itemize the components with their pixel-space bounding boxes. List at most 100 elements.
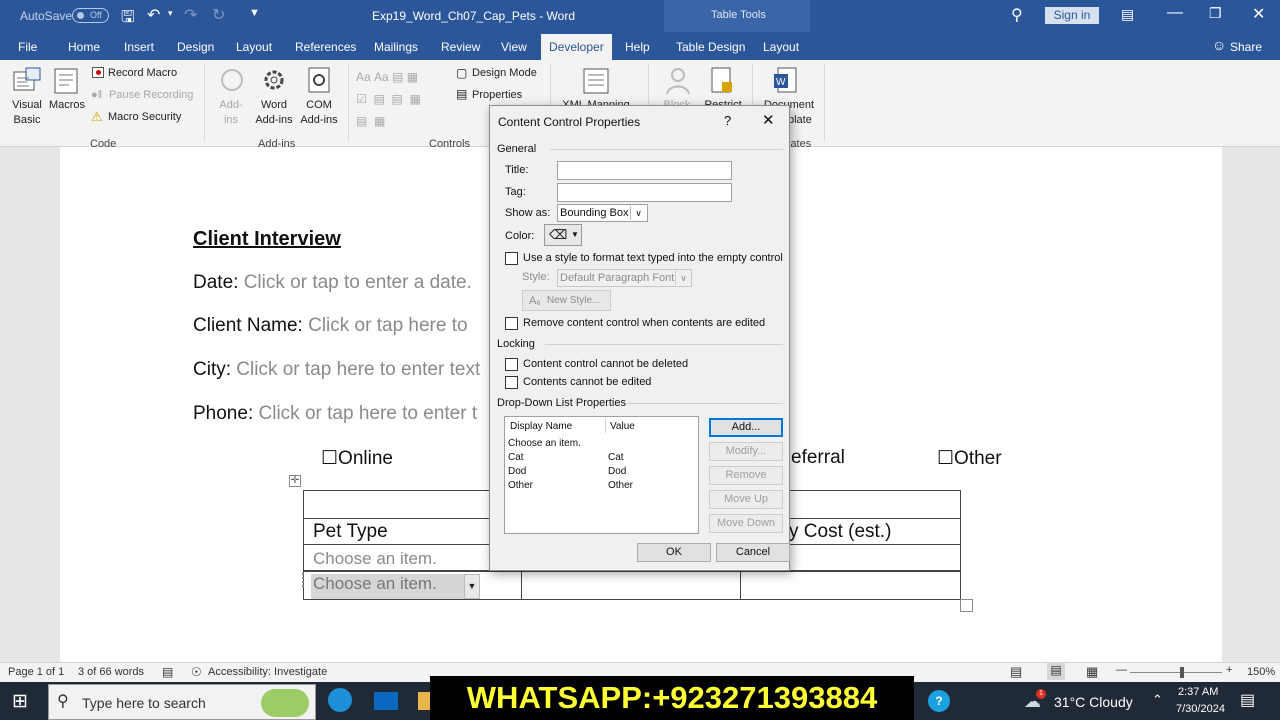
tag-field[interactable] xyxy=(557,183,732,202)
undo-icon[interactable]: ↶ xyxy=(147,5,160,25)
zoom-in-button[interactable]: + xyxy=(1226,664,1232,676)
tab-home[interactable]: Home xyxy=(68,40,100,54)
close-icon[interactable]: ✕ xyxy=(1252,4,1265,24)
online-option[interactable]: ☐Online xyxy=(321,447,393,470)
tab-references[interactable]: References xyxy=(295,40,356,54)
customize-qat-icon[interactable]: ▼ xyxy=(249,7,260,19)
help-app-icon[interactable]: ? xyxy=(928,690,950,712)
dropdown-arrow-icon[interactable]: ▼ xyxy=(464,574,480,599)
read-mode-icon[interactable]: ▤ xyxy=(1010,664,1022,680)
other-option[interactable]: ☐Other xyxy=(937,447,1002,470)
cannot-delete-checkbox[interactable] xyxy=(505,358,518,371)
word-addins-button[interactable]: Word Add-ins xyxy=(252,98,296,128)
date-placeholder[interactable]: Click or tap to enter a date. xyxy=(244,272,472,293)
tab-mailings[interactable]: Mailings xyxy=(374,40,418,54)
autosave-toggle[interactable]: Off xyxy=(72,8,109,23)
start-windows-icon[interactable]: ⊞ xyxy=(12,690,28,713)
tab-review[interactable]: Review xyxy=(441,40,480,54)
pet-type-dropdown-2[interactable]: Choose an item. xyxy=(311,574,466,599)
pet-type-dropdown-1[interactable]: Choose an item. xyxy=(313,549,437,569)
clock-date[interactable]: 7/30/2024 xyxy=(1176,703,1225,715)
save-icon[interactable]: 🖫 xyxy=(121,6,135,33)
ok-button[interactable]: OK xyxy=(637,543,711,562)
tab-layout[interactable]: Layout xyxy=(236,40,272,54)
taskbar-search-input[interactable]: Type here to search xyxy=(82,695,206,711)
table-cell[interactable] xyxy=(521,571,741,600)
cancel-button[interactable]: Cancel xyxy=(716,543,790,562)
macros-button[interactable]: Macros xyxy=(48,98,86,113)
properties-icon: ▤ xyxy=(456,87,468,101)
accessibility-status[interactable]: Accessibility: Investigate xyxy=(208,666,327,678)
tab-design[interactable]: Design xyxy=(177,40,214,54)
notification-icon[interactable]: ▤ xyxy=(1240,690,1255,710)
share-button[interactable]: Share xyxy=(1230,40,1262,54)
visual-basic-button[interactable]: Visual Basic xyxy=(6,98,48,128)
word-count[interactable]: 3 of 66 words xyxy=(78,666,144,678)
dropdown-items-list[interactable]: Display Name Value Choose an item. Cat C… xyxy=(504,416,699,534)
tab-view[interactable]: View xyxy=(501,40,527,54)
mail-icon[interactable] xyxy=(374,692,398,710)
city-placeholder[interactable]: Click or tap here to enter text xyxy=(236,359,480,380)
content-control-handle[interactable] xyxy=(302,573,308,587)
zoom-out-button[interactable]: — xyxy=(1116,664,1127,676)
sign-in-button[interactable]: Sign in xyxy=(1045,7,1099,24)
design-mode-button[interactable]: Design Mode xyxy=(472,66,537,81)
print-layout-icon[interactable]: ▤ xyxy=(1047,663,1065,680)
list-item-value[interactable]: Cat xyxy=(608,452,624,463)
table-cell[interactable] xyxy=(740,571,961,600)
list-item-display[interactable]: Cat xyxy=(508,452,524,463)
table-resize-handle[interactable] xyxy=(960,599,973,612)
weather-text[interactable]: 31°C Cloudy xyxy=(1054,694,1133,710)
date-row: Date: Click or tap to enter a date. xyxy=(193,272,472,294)
xml-mapping-icon xyxy=(583,68,609,94)
ribbon-display-icon[interactable]: ▤ xyxy=(1121,6,1134,23)
other-checkbox[interactable]: ☐ xyxy=(937,448,954,469)
taskbar-search[interactable]: ⚲ Type here to search xyxy=(48,684,316,720)
list-item-value[interactable]: Other xyxy=(608,480,633,491)
title-field[interactable] xyxy=(557,161,732,180)
tab-table-design[interactable]: Table Design xyxy=(676,40,745,54)
show-as-select[interactable]: Bounding Box ∨ xyxy=(557,204,648,222)
page-count[interactable]: Page 1 of 1 xyxy=(8,666,64,678)
list-item-display[interactable]: Choose an item. xyxy=(508,438,581,449)
rich-text-control-icon: Aa xyxy=(356,70,371,84)
undo-dropdown-icon[interactable]: ▾ xyxy=(168,8,173,19)
cannot-edit-checkbox[interactable] xyxy=(505,376,518,389)
tab-help[interactable]: Help xyxy=(625,40,650,54)
zoom-slider-thumb[interactable] xyxy=(1180,667,1184,678)
macro-security-button[interactable]: Macro Security xyxy=(108,110,181,125)
list-item-value[interactable]: Dod xyxy=(608,466,626,477)
help-button[interactable]: ? xyxy=(724,113,731,128)
tab-table-layout[interactable]: Layout xyxy=(763,40,799,54)
share-icon[interactable]: ☺ xyxy=(1212,37,1226,53)
tab-insert[interactable]: Insert xyxy=(124,40,154,54)
record-macro-button[interactable]: Record Macro xyxy=(108,66,177,81)
zoom-slider[interactable] xyxy=(1130,672,1222,673)
use-style-checkbox[interactable] xyxy=(505,252,518,265)
web-layout-icon[interactable]: ▦ xyxy=(1086,664,1098,680)
online-checkbox[interactable]: ☐ xyxy=(321,448,338,469)
file-explorer-icon[interactable] xyxy=(418,692,430,710)
restore-icon[interactable]: ❐ xyxy=(1209,5,1222,22)
list-item-display[interactable]: Dod xyxy=(508,466,526,477)
clock-time[interactable]: 2:37 AM xyxy=(1178,686,1218,698)
phone-placeholder[interactable]: Click or tap here to enter t xyxy=(259,403,478,424)
client-name-placeholder[interactable]: Click or tap here to xyxy=(308,315,467,336)
com-addins-button[interactable]: COM Add-ins xyxy=(297,98,341,128)
minimize-icon[interactable]: — xyxy=(1167,4,1183,22)
edge-icon[interactable] xyxy=(328,688,352,712)
table-move-handle-icon[interactable]: ✛ xyxy=(289,475,301,487)
tab-file[interactable]: File xyxy=(18,40,37,54)
search-icon[interactable]: ⚲ xyxy=(1011,5,1023,25)
color-picker-button[interactable]: ⌫ ▼ xyxy=(544,224,582,246)
remove-cc-checkbox[interactable] xyxy=(505,317,518,330)
record-macro-icon xyxy=(92,67,104,78)
tray-expand-icon[interactable]: ⌃ xyxy=(1152,692,1163,708)
add-item-button[interactable]: Add... xyxy=(709,418,783,437)
zoom-level[interactable]: 150% xyxy=(1247,666,1275,678)
proofing-icon[interactable]: ▤ xyxy=(162,665,173,679)
tab-developer[interactable]: Developer xyxy=(541,34,612,60)
properties-button[interactable]: Properties xyxy=(472,88,522,103)
list-item-display[interactable]: Other xyxy=(508,480,533,491)
dialog-close-icon[interactable]: ✕ xyxy=(762,111,775,129)
